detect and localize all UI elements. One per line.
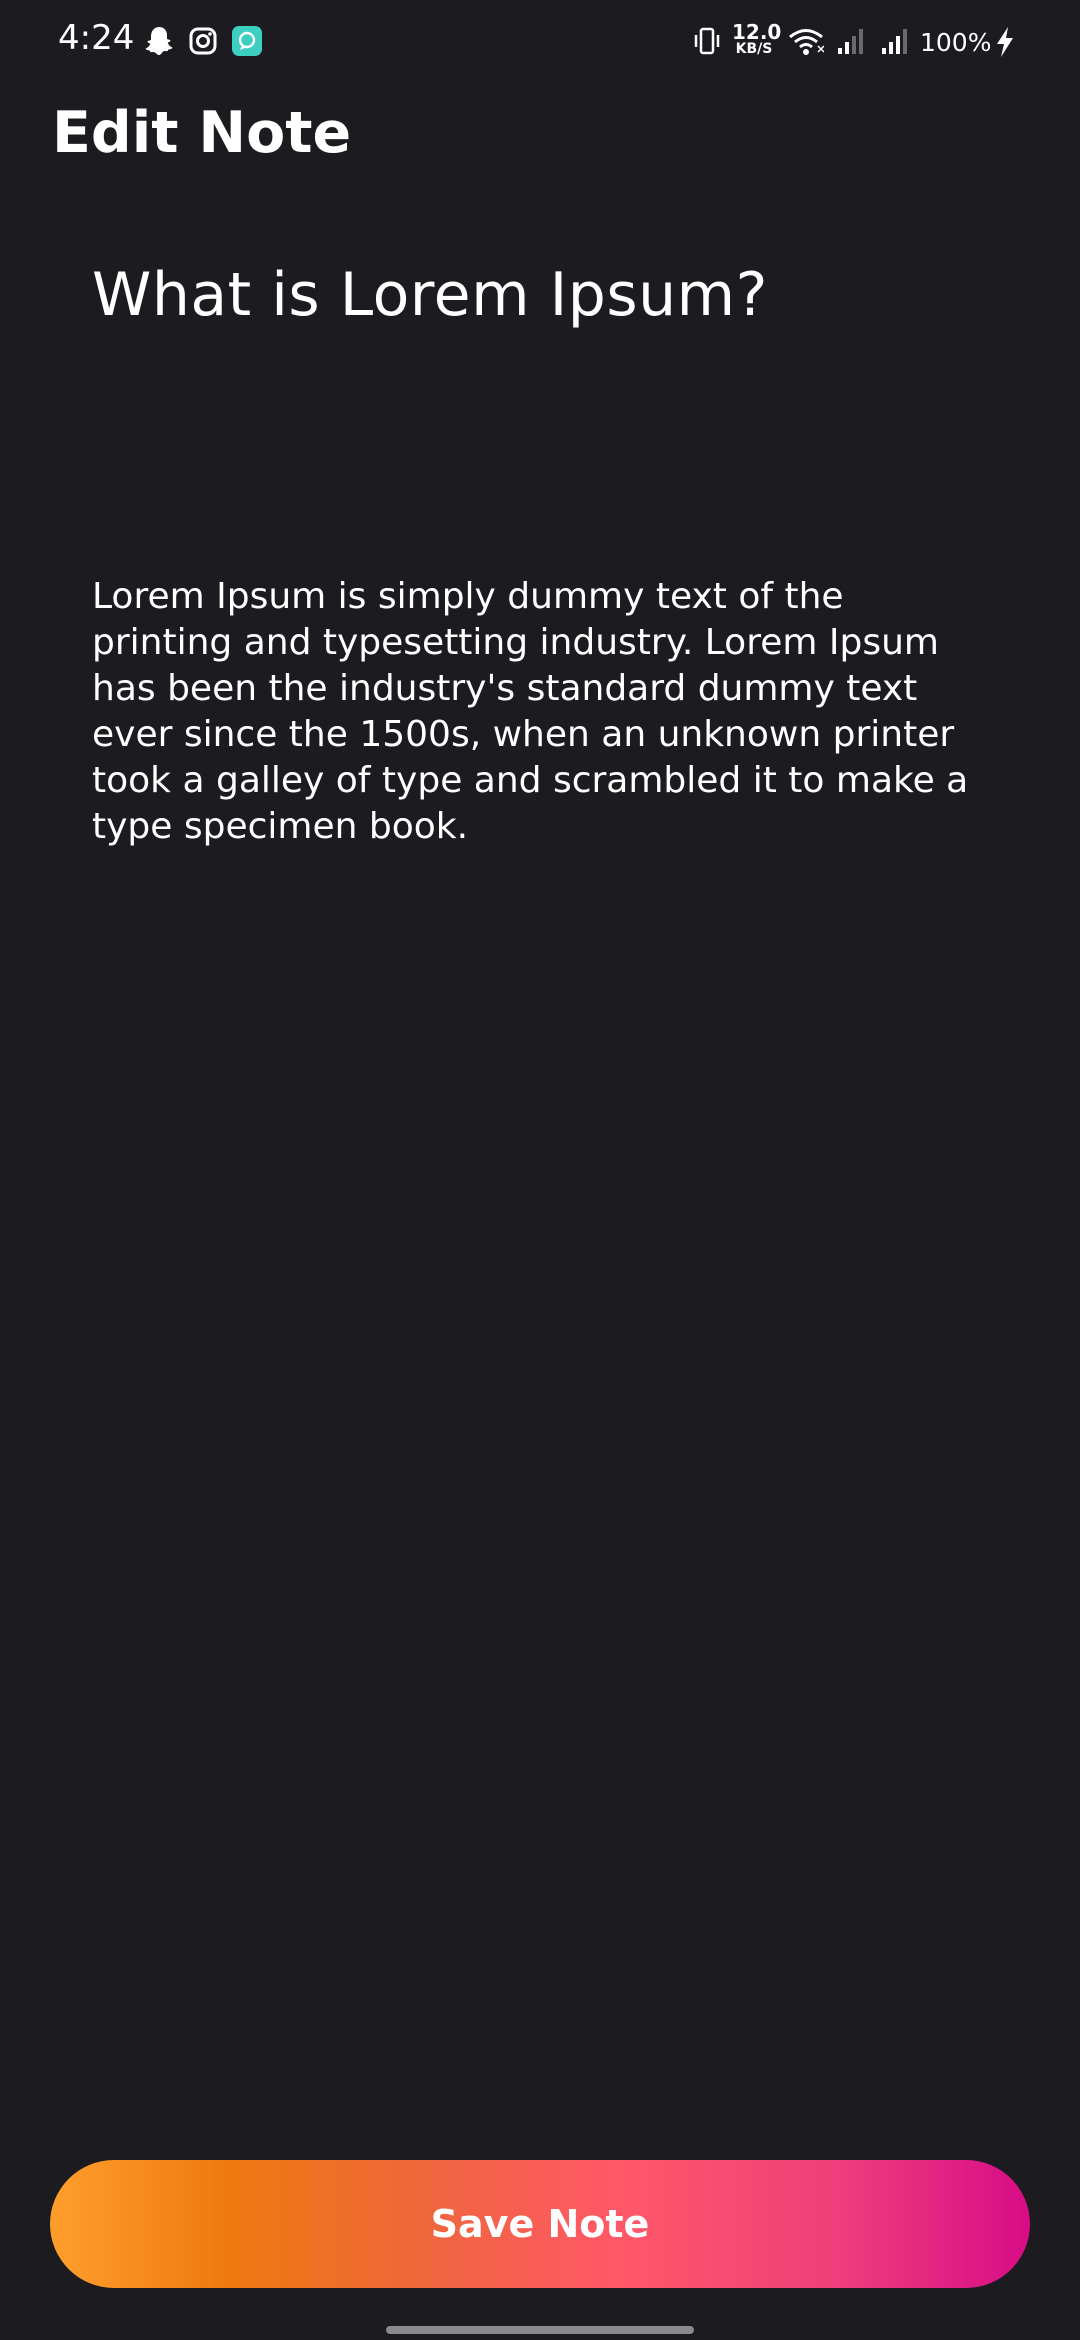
charging-icon	[997, 27, 1013, 57]
battery-level: 100%	[920, 28, 992, 57]
net-speed: 12.0 KB/S	[732, 20, 782, 57]
wifi-icon	[789, 29, 824, 55]
status-time: 4:24	[58, 18, 135, 58]
signal-icon	[882, 29, 907, 54]
status-right: 12.0 KB/S 100%	[692, 22, 1022, 62]
note-title-field[interactable]: What is Lorem Ipsum?	[92, 260, 992, 330]
status-bar: 4:24 12.0 KB/S 100%	[0, 0, 1080, 82]
signal-icon	[838, 29, 863, 54]
gesture-bar[interactable]	[386, 2326, 694, 2334]
net-speed-unit: KB/S	[735, 41, 773, 57]
page-title: Edit Note	[52, 100, 352, 166]
save-note-button[interactable]: Save Note	[50, 2160, 1030, 2288]
instagram-icon	[189, 27, 217, 55]
snapchat-icon	[145, 27, 173, 55]
note-body-field[interactable]: Lorem Ipsum is simply dummy text of the …	[92, 574, 992, 850]
net-speed-value: 12.0	[732, 20, 782, 44]
chat-app-icon	[232, 26, 262, 56]
vibrate-icon	[694, 27, 720, 55]
save-note-label: Save Note	[430, 2202, 650, 2246]
